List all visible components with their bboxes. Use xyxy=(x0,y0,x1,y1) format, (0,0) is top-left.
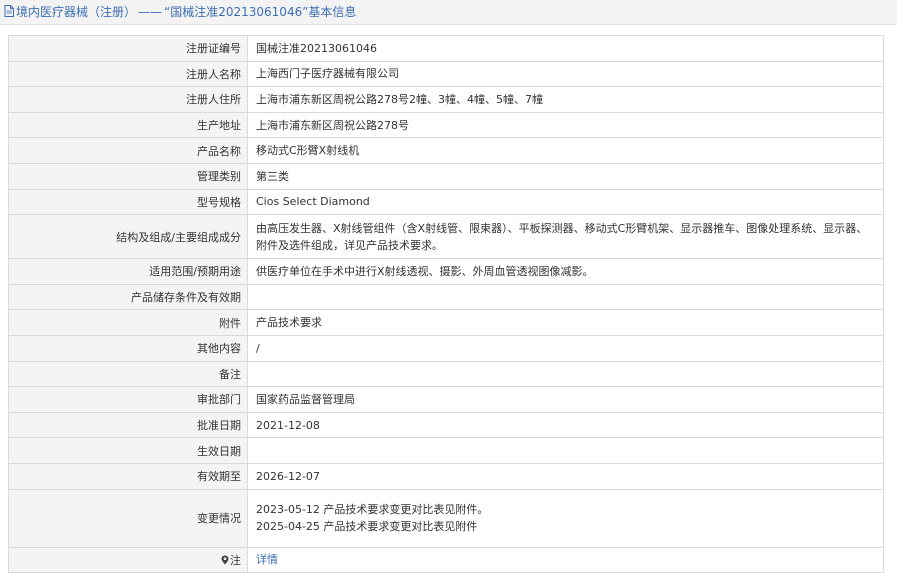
changes-value: 2023-05-12 产品技术要求变更对比表见附件。 2025-04-25 产品… xyxy=(247,488,884,548)
table-row: 管理类别 第三类 xyxy=(8,162,884,190)
page-title: 境内医疗器械（注册） —— “国械注准20213061046”基本信息 xyxy=(0,0,897,25)
row-value: 2026-12-07 xyxy=(247,462,884,490)
row-label: 批准日期 xyxy=(8,411,248,439)
table-row: 注册人住所 上海市浦东新区周祝公路278号2幢、3幢、4幢、5幢、7幢 xyxy=(8,86,884,113)
row-value: 国械注准20213061046 xyxy=(247,35,884,62)
table-row: 批准日期 2021-12-08 xyxy=(8,411,884,439)
note-value: 详情 xyxy=(247,546,884,574)
note-label-cell: 注 xyxy=(8,546,248,574)
document-icon xyxy=(4,1,14,25)
table-row-changes: 变更情况 2023-05-12 产品技术要求变更对比表见附件。 2025-04-… xyxy=(8,488,884,548)
table-row: 审批部门 国家药品监督管理局 xyxy=(8,386,884,413)
table-row: 产品名称 移动式C形臂X射线机 xyxy=(8,137,884,164)
row-value xyxy=(247,437,884,464)
title-prefix: 境内医疗器械（注册） xyxy=(16,5,137,19)
row-label: 适用范围/预期用途 xyxy=(8,258,248,285)
row-label: 产品储存条件及有效期 xyxy=(8,283,248,311)
table-row: 附件 产品技术要求 xyxy=(8,309,884,336)
info-table-container: 注册证编号 国械注准20213061046 注册人名称 上海西门子医疗器械有限公… xyxy=(8,35,884,574)
row-label: 备注 xyxy=(8,360,248,388)
row-value xyxy=(247,283,884,311)
row-value: 产品技术要求 xyxy=(247,309,884,336)
table-row: 适用范围/预期用途 供医疗单位在手术中进行X射线透视、摄影、外周血管透视图像减影… xyxy=(8,258,884,285)
row-value: 由高压发生器、X射线管组件（含X射线管、限束器）、平板探测器、移动式C形臂机架、… xyxy=(247,214,884,260)
row-label: 有效期至 xyxy=(8,462,248,490)
title-suffix: “国械注准20213061046”基本信息 xyxy=(164,5,357,19)
row-label: 审批部门 xyxy=(8,386,248,413)
table-row: 结构及组成/主要组成成分 由高压发生器、X射线管组件（含X射线管、限束器）、平板… xyxy=(8,214,884,260)
row-value: 上海市浦东新区周祝公路278号 xyxy=(247,111,884,139)
change-entry: 2025-04-25 产品技术要求变更对比表见附件 xyxy=(256,520,478,533)
change-entry: 2023-05-12 产品技术要求变更对比表见附件。 xyxy=(256,503,489,516)
title-separator: —— xyxy=(138,5,163,19)
row-value: / xyxy=(247,334,884,362)
table-row: 有效期至 2026-12-07 xyxy=(8,462,884,490)
row-value: Cios Select Diamond xyxy=(247,188,884,216)
table-row: 产品储存条件及有效期 xyxy=(8,283,884,311)
table-row: 其他内容 / xyxy=(8,334,884,362)
table-row: 生效日期 xyxy=(8,437,884,464)
table-row: 生产地址 上海市浦东新区周祝公路278号 xyxy=(8,111,884,139)
row-value: 上海市浦东新区周祝公路278号2幢、3幢、4幢、5幢、7幢 xyxy=(247,86,884,113)
row-label: 管理类别 xyxy=(8,162,248,190)
table-row: 备注 xyxy=(8,360,884,388)
row-label: 生产地址 xyxy=(8,111,248,139)
row-label: 生效日期 xyxy=(8,437,248,464)
note-label: 注 xyxy=(230,553,241,567)
changes-label: 变更情况 xyxy=(8,488,248,548)
row-label: 其他内容 xyxy=(8,334,248,362)
table-row: 型号规格 Cios Select Diamond xyxy=(8,188,884,216)
row-value: 第三类 xyxy=(247,162,884,190)
row-value xyxy=(247,360,884,388)
row-label: 产品名称 xyxy=(8,137,248,164)
row-value: 2021-12-08 xyxy=(247,411,884,439)
table-row-note: 注 详情 xyxy=(8,546,884,574)
row-value: 供医疗单位在手术中进行X射线透视、摄影、外周血管透视图像减影。 xyxy=(247,258,884,285)
row-label: 结构及组成/主要组成成分 xyxy=(8,214,248,260)
row-label: 注册人住所 xyxy=(8,86,248,113)
device-info-table: 注册证编号 国械注准20213061046 注册人名称 上海西门子医疗器械有限公… xyxy=(8,35,884,574)
row-value: 上海西门子医疗器械有限公司 xyxy=(247,60,884,88)
row-label: 附件 xyxy=(8,309,248,336)
table-row: 注册人名称 上海西门子医疗器械有限公司 xyxy=(8,60,884,88)
row-label: 注册人名称 xyxy=(8,60,248,88)
row-label: 型号规格 xyxy=(8,188,248,216)
location-pin-icon xyxy=(221,555,229,568)
row-value: 移动式C形臂X射线机 xyxy=(247,137,884,164)
row-value: 国家药品监督管理局 xyxy=(247,386,884,413)
details-link[interactable]: 详情 xyxy=(256,553,278,566)
table-row: 注册证编号 国械注准20213061046 xyxy=(8,35,884,62)
row-label: 注册证编号 xyxy=(8,35,248,62)
